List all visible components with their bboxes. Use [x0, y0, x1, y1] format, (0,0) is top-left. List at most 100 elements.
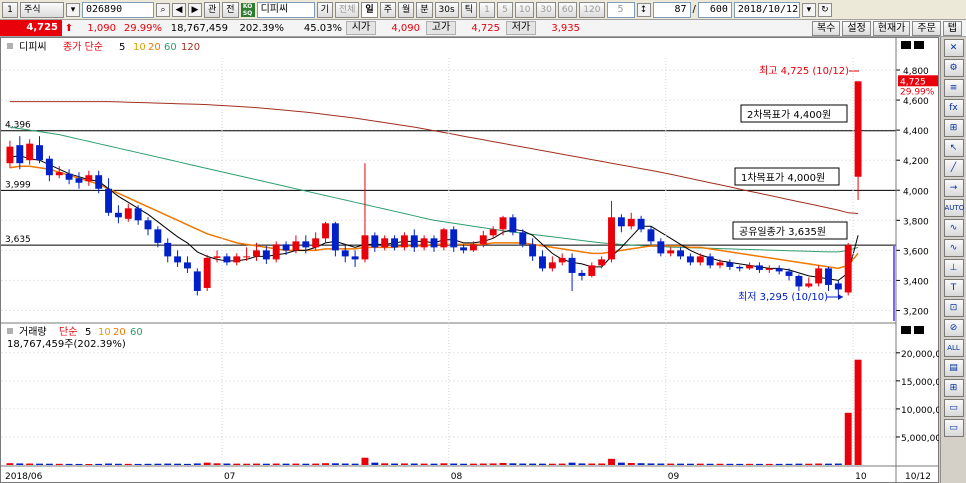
candle-body [578, 272, 586, 276]
panel-max-icon[interactable] [901, 41, 911, 49]
period-button-week[interactable]: 주 [379, 1, 396, 18]
sidebar-erase-icon[interactable]: ⊘ [943, 319, 964, 337]
current-price-button[interactable]: 현재가 [872, 20, 911, 36]
dropdown-arrow-icon[interactable]: ▾ [66, 2, 80, 17]
candle-body [420, 238, 428, 248]
search-icon[interactable]: ⌕ [156, 2, 170, 17]
volume-bar [243, 463, 251, 465]
period-button-1[interactable]: 전체 [334, 1, 360, 18]
candle-body [834, 283, 842, 290]
spin-icon[interactable]: ↕ [636, 2, 651, 17]
volume-bar [331, 463, 339, 465]
period-button-month[interactable]: 월 [397, 1, 415, 18]
sidebar-trendline-icon[interactable]: ╱ [943, 159, 964, 177]
sidebar-rect-2-icon[interactable]: ▭ [943, 419, 964, 437]
interval-input[interactable]: 5 [606, 1, 635, 18]
sidebar-close-icon[interactable]: ✕ [943, 39, 964, 57]
prev-stock-icon[interactable]: ◀ [172, 2, 186, 17]
candle-body [26, 143, 34, 161]
sidebar-wave-icon[interactable]: ∿ [943, 219, 964, 237]
sidebar-settings-icon[interactable]: ⚙ [943, 59, 964, 77]
volume-bar [55, 463, 63, 465]
volume-bar [755, 463, 763, 465]
asset-type-select[interactable]: 주식 [20, 1, 64, 18]
volume-bar [539, 463, 546, 465]
price-tick-label: 3,600 [903, 247, 929, 257]
sidebar-text-icon[interactable]: T [943, 279, 964, 297]
x-tick-label: 2018/06 [5, 472, 43, 482]
stock-code-input[interactable]: 026890 [82, 1, 154, 18]
volume-handle-icon[interactable] [7, 328, 13, 334]
period-button-tick[interactable]: 틱 [460, 1, 477, 18]
interval-button-10[interactable]: 10 [514, 1, 535, 18]
company-name-field[interactable]: 디피씨 [256, 1, 315, 18]
candle-body [608, 217, 615, 260]
target1-annotation: 1차목표가 4,000원 [741, 172, 825, 184]
low-annotation: 최저 3,295 (10/10) [738, 291, 828, 303]
interval-button-5[interactable]: 5 [496, 1, 513, 18]
sidebar-table-icon[interactable]: ⊞ [943, 379, 964, 397]
volume-bar [75, 463, 83, 465]
sidebar-auto-icon[interactable]: AUTO [943, 199, 964, 217]
candle-body [647, 229, 655, 242]
sidebar-box-icon[interactable]: ⊡ [943, 299, 964, 317]
related-button[interactable]: 관 [204, 1, 221, 18]
sidebar-indicator-list-icon[interactable]: ≡ [943, 79, 964, 97]
sidebar-curve-icon[interactable]: ∿ [943, 239, 964, 257]
sidebar-all-icon[interactable]: ALL [943, 339, 964, 357]
volume-bar [706, 463, 714, 465]
tab-button[interactable]: 텝 [942, 20, 962, 36]
volume-ma-label: 단순 [59, 326, 77, 338]
period-button-day[interactable]: 일 [361, 1, 378, 18]
period-button-0[interactable]: 기 [316, 1, 333, 18]
candle-body [272, 244, 280, 260]
sidebar-list-icon[interactable]: ▤ [943, 359, 964, 377]
volume-bar [6, 463, 14, 465]
order-button[interactable]: 주문 [912, 20, 941, 36]
display-count-input[interactable]: 87 [652, 1, 691, 18]
candle-body [262, 250, 270, 260]
period-count-button[interactable]: 1 [2, 1, 18, 18]
candle-body [469, 244, 477, 251]
interval-button-30[interactable]: 30 [536, 1, 556, 18]
chart-canvas[interactable]: 디피씨 종가 단순 5 10 20 60 120 4,396 3,999 3,635… [0, 37, 939, 483]
sidebar-arrow-icon[interactable]: → [943, 179, 964, 197]
price-tick-label: 4,200 [903, 157, 929, 167]
next-stock-icon[interactable]: ▶ [188, 2, 202, 17]
full-button[interactable]: 전 [222, 1, 239, 18]
interval-button-120[interactable]: 120 [579, 1, 605, 18]
reference-line-label: 3,999 [5, 180, 31, 190]
volume-bar [519, 463, 527, 465]
candlesticks [6, 81, 862, 297]
candle-body [302, 241, 310, 248]
sidebar-grid-icon[interactable]: ⊞ [943, 119, 964, 137]
sidebar-rect-icon[interactable]: ▭ [943, 399, 964, 417]
sidebar-vertical-line-icon[interactable]: ⊥ [943, 259, 964, 277]
candle-body [696, 256, 704, 263]
volume-bar [351, 463, 359, 465]
date-input[interactable]: 2018/10/12 [733, 1, 800, 18]
sidebar-cursor-icon[interactable]: ↖ [943, 139, 964, 157]
refresh-icon[interactable]: ↻ [817, 2, 832, 17]
period-button-30s[interactable]: 30s [434, 1, 459, 18]
x-tick-label: 10 [855, 472, 867, 482]
volume-close-icon[interactable] [914, 326, 924, 334]
candle-body [371, 235, 379, 248]
panel-handle-icon[interactable] [7, 43, 13, 49]
stock-chart[interactable]: 디피씨 종가 단순 5 10 20 60 120 4,3963,9993,635… [1, 38, 939, 482]
multi-button[interactable]: 복수 [811, 20, 841, 36]
candle-body [588, 265, 596, 276]
interval-button-60[interactable]: 60 [557, 1, 578, 18]
candle-body [400, 235, 408, 248]
volume-max-icon[interactable] [901, 326, 911, 334]
panel-close-icon[interactable] [914, 41, 924, 49]
volume-bar [608, 458, 615, 465]
date-dropdown-icon[interactable]: ▾ [801, 2, 816, 17]
interval-button-1[interactable]: 1 [478, 1, 495, 18]
total-count-input[interactable]: 600 [697, 1, 732, 18]
volume-bar [26, 463, 34, 465]
settings-button[interactable]: 설정 [842, 20, 871, 36]
period-button-minute[interactable]: 분 [416, 1, 433, 18]
low-label: 저가 [506, 21, 536, 35]
sidebar-formula-icon[interactable]: fx [943, 99, 964, 117]
